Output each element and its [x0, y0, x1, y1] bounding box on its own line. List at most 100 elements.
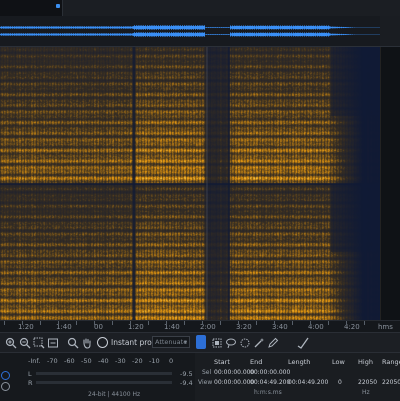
zoom-in-icon[interactable] — [4, 336, 18, 350]
overview-wave-sample — [32, 26, 33, 28]
overview-wave-sample — [279, 33, 280, 36]
overview-wave-sample — [78, 33, 79, 35]
overview-wave-sample — [310, 26, 311, 30]
overview-wave-sample — [245, 33, 246, 37]
overview-wave-sample — [13, 34, 14, 36]
overview-wave-sample — [141, 25, 142, 29]
spectrogram-canvas[interactable] — [0, 47, 380, 320]
overview-wave-sample — [25, 33, 26, 35]
attenuate-dropdown[interactable]: Attenuate ▾ — [152, 336, 190, 348]
time-tick — [76, 321, 77, 325]
overview-wave-sample — [142, 33, 143, 36]
overview-wave-sample — [96, 34, 97, 36]
overview-wave-sample — [242, 33, 243, 36]
brush-icon[interactable] — [238, 336, 252, 350]
loop-icon[interactable] — [1, 371, 10, 380]
view-low-value[interactable]: 0 — [338, 379, 342, 386]
overview-wave-sample — [19, 26, 20, 28]
lasso-icon[interactable] — [224, 336, 238, 350]
overview-wave-sample — [149, 25, 150, 29]
overview-wave-sample — [79, 33, 80, 35]
overview-wave-sample — [261, 26, 262, 29]
overview-wave-sample — [305, 33, 306, 36]
time-tick — [220, 321, 221, 325]
view-high-value[interactable]: 22050 — [358, 379, 377, 386]
overview-wave-sample — [302, 26, 303, 30]
overview-wave-sample — [23, 26, 24, 28]
overview-wave-sample — [338, 27, 339, 28]
file-tab[interactable] — [0, 0, 63, 16]
overview-wave-sample — [247, 33, 248, 37]
pencil-icon[interactable] — [266, 336, 280, 350]
rectangle-selection-icon[interactable] — [210, 336, 224, 350]
time-tick — [274, 321, 275, 325]
overview-wave-sample — [200, 33, 201, 37]
overview-wave-sample — [137, 26, 138, 29]
overview-wave-sample — [133, 33, 134, 36]
sel-start-value[interactable]: 00:00:00.000 — [214, 369, 254, 376]
view-end-value[interactable]: 00:04:49.200 — [250, 379, 290, 386]
overview-wave-sample — [213, 27, 214, 28]
overview-wave-sample — [204, 25, 205, 29]
view-range-value[interactable]: 22050 — [382, 379, 400, 386]
overview-wave-sample — [285, 26, 286, 29]
overview-wave-sample — [24, 27, 25, 28]
magic-wand-icon[interactable] — [252, 336, 266, 350]
harmonics-icon[interactable] — [296, 336, 310, 350]
overview-waveform[interactable] — [0, 16, 400, 47]
overview-wave-sample — [80, 26, 81, 28]
overview-wave-sample — [300, 26, 301, 30]
overview-wave-sample — [352, 27, 353, 28]
overview-wave-sample — [33, 27, 34, 29]
overview-wave-sample — [257, 33, 258, 36]
overview-wave-sample — [93, 26, 94, 28]
overview-wave-sample — [313, 26, 314, 30]
overview-wave-sample — [3, 26, 4, 28]
overview-wave-sample — [297, 26, 298, 30]
overview-wave-sample — [295, 26, 296, 30]
overview-wave-sample — [145, 25, 146, 29]
overview-wave-sample — [8, 26, 9, 28]
time-tick — [346, 321, 347, 325]
time-selection-icon[interactable] — [196, 335, 206, 349]
overview-wave-sample — [271, 33, 272, 37]
tab-indicator — [56, 4, 60, 8]
overview-wave-sample — [183, 26, 184, 29]
hand-icon[interactable] — [80, 336, 94, 350]
overview-wave-sample — [267, 33, 268, 37]
overview-scrollbar[interactable] — [380, 16, 400, 46]
overview-wave-sample — [322, 26, 323, 30]
overview-wave-sample — [171, 25, 172, 29]
overview-wave-sample — [73, 33, 74, 35]
overview-wave-sample — [216, 34, 217, 35]
overview-wave-sample — [27, 26, 28, 28]
overview-wave-sample — [132, 26, 133, 28]
magnifier-icon[interactable] — [66, 336, 80, 350]
overview-wave-sample — [350, 34, 351, 35]
spectrogram-view[interactable] — [0, 47, 400, 320]
sel-end-value[interactable]: 00:00:00.000 — [250, 369, 290, 376]
zoom-fit-icon[interactable] — [46, 336, 60, 350]
overview-wave-sample — [92, 26, 93, 28]
overview-wave-sample — [115, 26, 116, 28]
length-header: Length — [288, 358, 310, 366]
overview-wave-sample — [42, 33, 43, 35]
overview-wave-sample — [155, 33, 156, 36]
overview-wave-sample — [286, 26, 287, 29]
view-start-value[interactable]: 00:00:00.000 — [214, 379, 254, 386]
overview-wave-sample — [148, 33, 149, 36]
monitor-icon[interactable] — [1, 382, 10, 391]
zoom-out-icon[interactable] — [18, 336, 32, 350]
overview-wave-sample — [10, 33, 11, 35]
overview-wave-sample — [329, 33, 330, 36]
overview-wave-sample — [140, 26, 141, 30]
view-length-value[interactable]: 00:04:49.200 — [288, 379, 328, 386]
zoom-selection-icon[interactable] — [32, 336, 46, 350]
overview-wave-sample — [53, 26, 54, 28]
overview-wave-sample — [70, 34, 71, 36]
overview-wave-sample — [196, 33, 197, 36]
overview-wave-sample — [327, 26, 328, 29]
overview-wave-sample — [46, 34, 47, 36]
overview-wave-sample — [291, 26, 292, 30]
time-tick — [364, 321, 365, 325]
